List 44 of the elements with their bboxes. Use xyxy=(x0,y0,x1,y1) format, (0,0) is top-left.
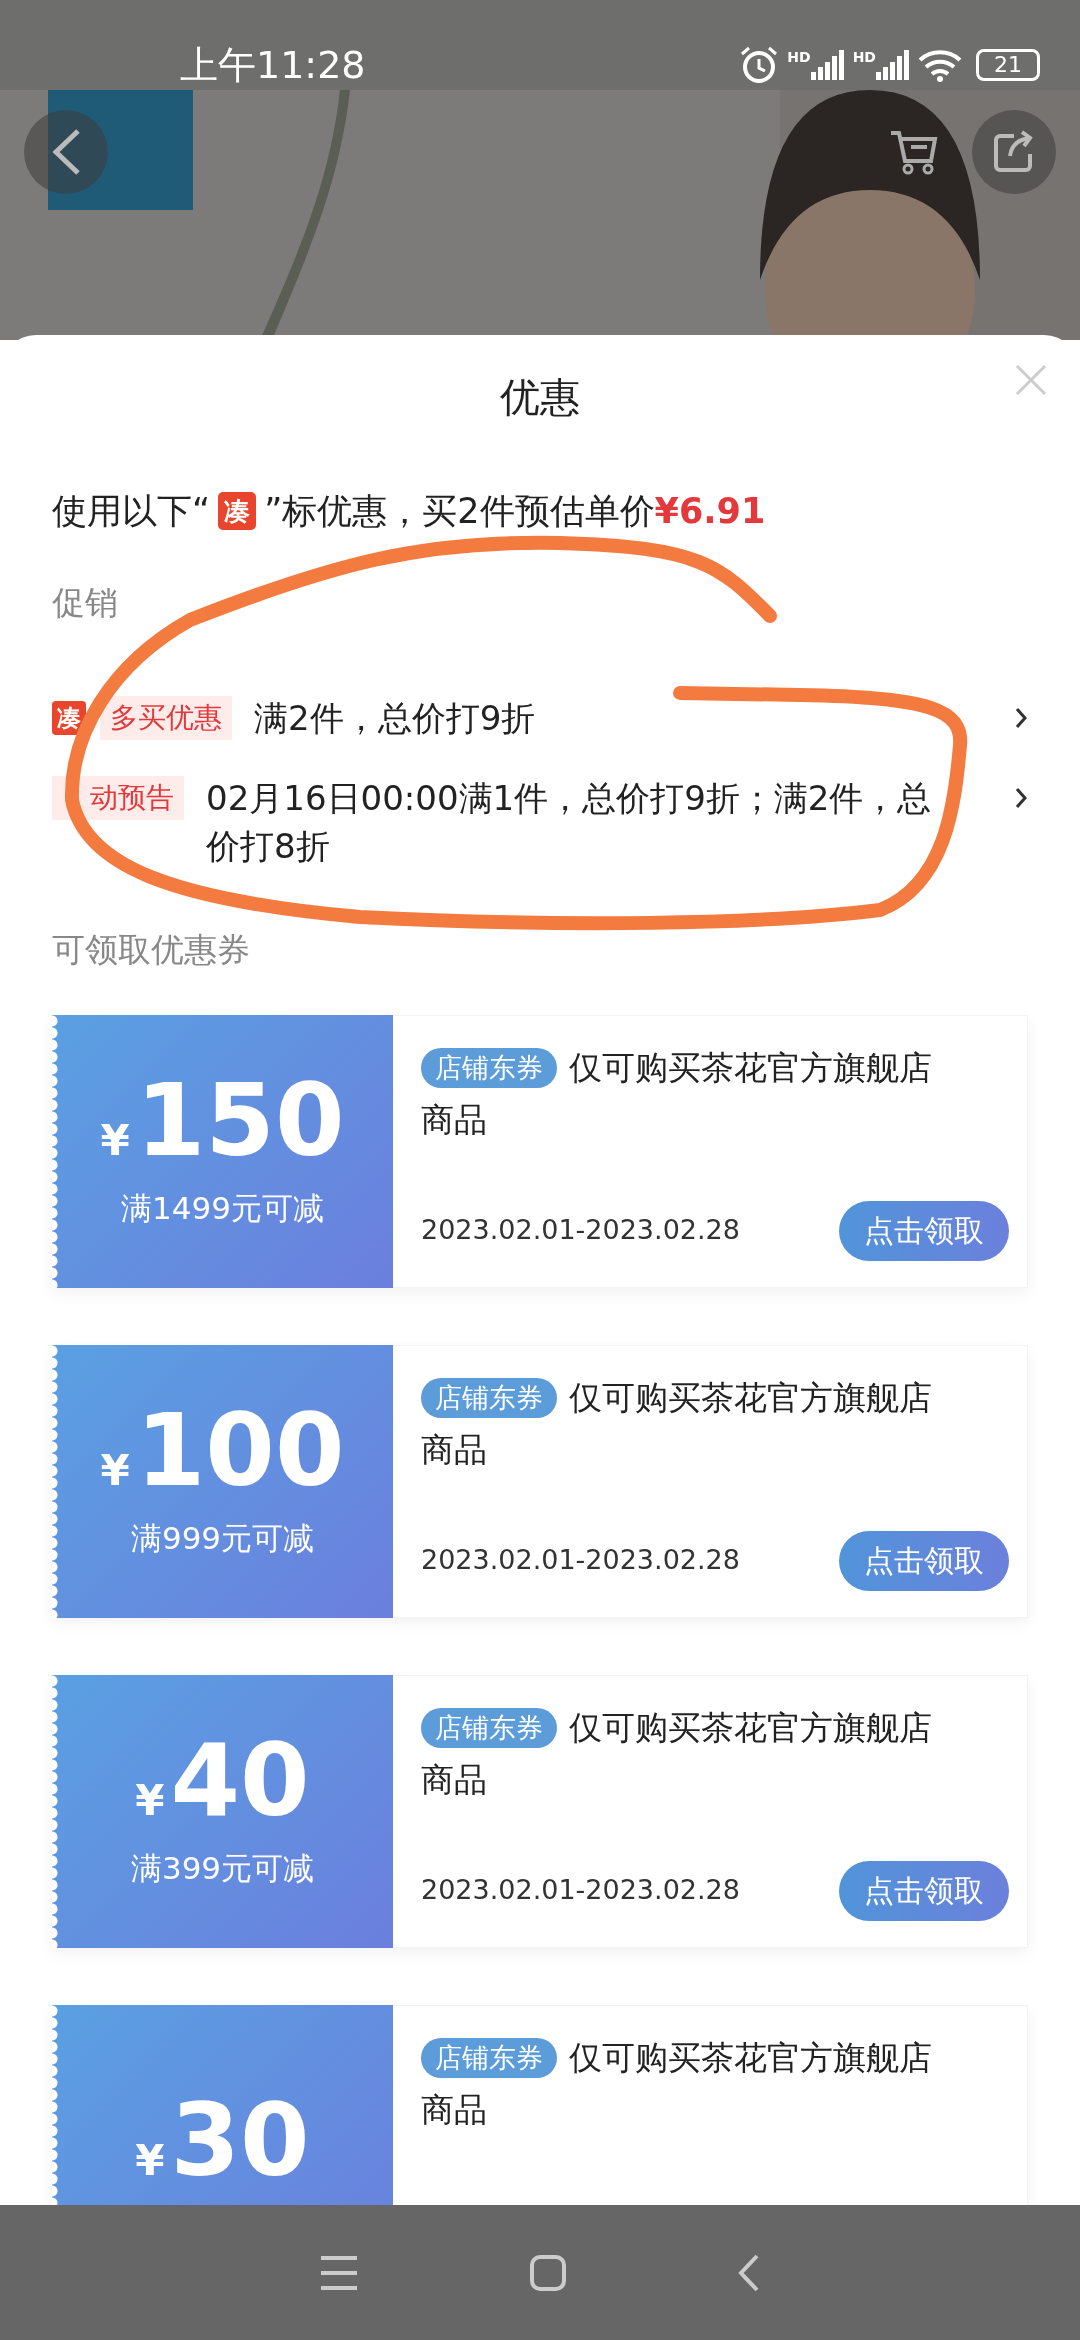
chevron-icon xyxy=(1014,786,1028,810)
coupon-description: 店铺东券 仅可购买茶花官方旗舰店商品 xyxy=(421,1376,933,1471)
claim-button[interactable]: 点击领取 xyxy=(839,1860,1009,1921)
coupon-amount: ¥40 xyxy=(135,1730,310,1831)
coupon-amount: ¥30 xyxy=(135,2091,310,2191)
coupon-description: 店铺东券 仅可购买茶花官方旗舰店商品 xyxy=(421,1046,933,1141)
coupon-description: 店铺东券 仅可购买茶花官方旗舰店商品 xyxy=(421,2036,933,2131)
coupon-amount: ¥150 xyxy=(100,1070,345,1171)
sheet-title: 优惠 xyxy=(499,373,581,422)
promo-tag: 多买优惠 xyxy=(100,696,232,740)
claim-button[interactable]: 点击领取 xyxy=(839,1200,1009,1261)
menu-icon xyxy=(319,2254,359,2291)
section-label: 促销 xyxy=(52,581,119,624)
signal-icon xyxy=(876,50,910,80)
coupon-dates: 2023.02.01-2023.02.28 xyxy=(421,1213,740,1248)
promo-tag-icon: 凑 xyxy=(52,701,86,735)
chevron-icon xyxy=(737,2252,761,2293)
menu-button[interactable] xyxy=(319,2254,359,2291)
section-label: 可领取优惠券 xyxy=(52,929,251,971)
square-icon xyxy=(529,2253,567,2292)
coupon-amount: ¥100 xyxy=(100,1400,345,1501)
coupon-dates: 2023.02.01-2023.02.28 xyxy=(421,1543,740,1578)
summary-text: 使用以下“ 凑 ”标优惠，买2件预估单价¥6.91 xyxy=(52,490,767,533)
cart-icon xyxy=(889,129,939,175)
coupon-condition: 满1499元可减 xyxy=(121,1188,324,1228)
close-icon xyxy=(1014,363,1048,397)
home-button[interactable] xyxy=(529,2253,567,2292)
wifi-icon xyxy=(918,48,962,82)
alarm-icon xyxy=(739,45,780,85)
promo-text: 满2件，总价打9折 xyxy=(254,697,537,740)
share-icon xyxy=(992,130,1036,174)
back-button[interactable] xyxy=(737,2252,761,2293)
coupon-dates: 2023.02.01-2023.02.28 xyxy=(421,1873,740,1908)
chevron-icon xyxy=(1014,706,1028,730)
coupon-description: 店铺东券 仅可购买茶花官方旗舰店商品 xyxy=(421,1706,933,1801)
network-label: HD xyxy=(852,50,876,64)
claim-button[interactable]: 点击领取 xyxy=(839,1530,1009,1591)
coupon-condition: 满399元可减 xyxy=(130,1848,315,1888)
status-time: 上午11:28 xyxy=(180,41,366,89)
signal-icon xyxy=(810,50,845,80)
promo-text: 02月16日00:00满1件，总价打9折；满2件，总价打8折 xyxy=(206,777,933,868)
battery-icon: 21 xyxy=(976,49,1040,81)
network-label: HD xyxy=(787,50,811,64)
coupon-condition: 满999元可减 xyxy=(130,1518,315,1558)
